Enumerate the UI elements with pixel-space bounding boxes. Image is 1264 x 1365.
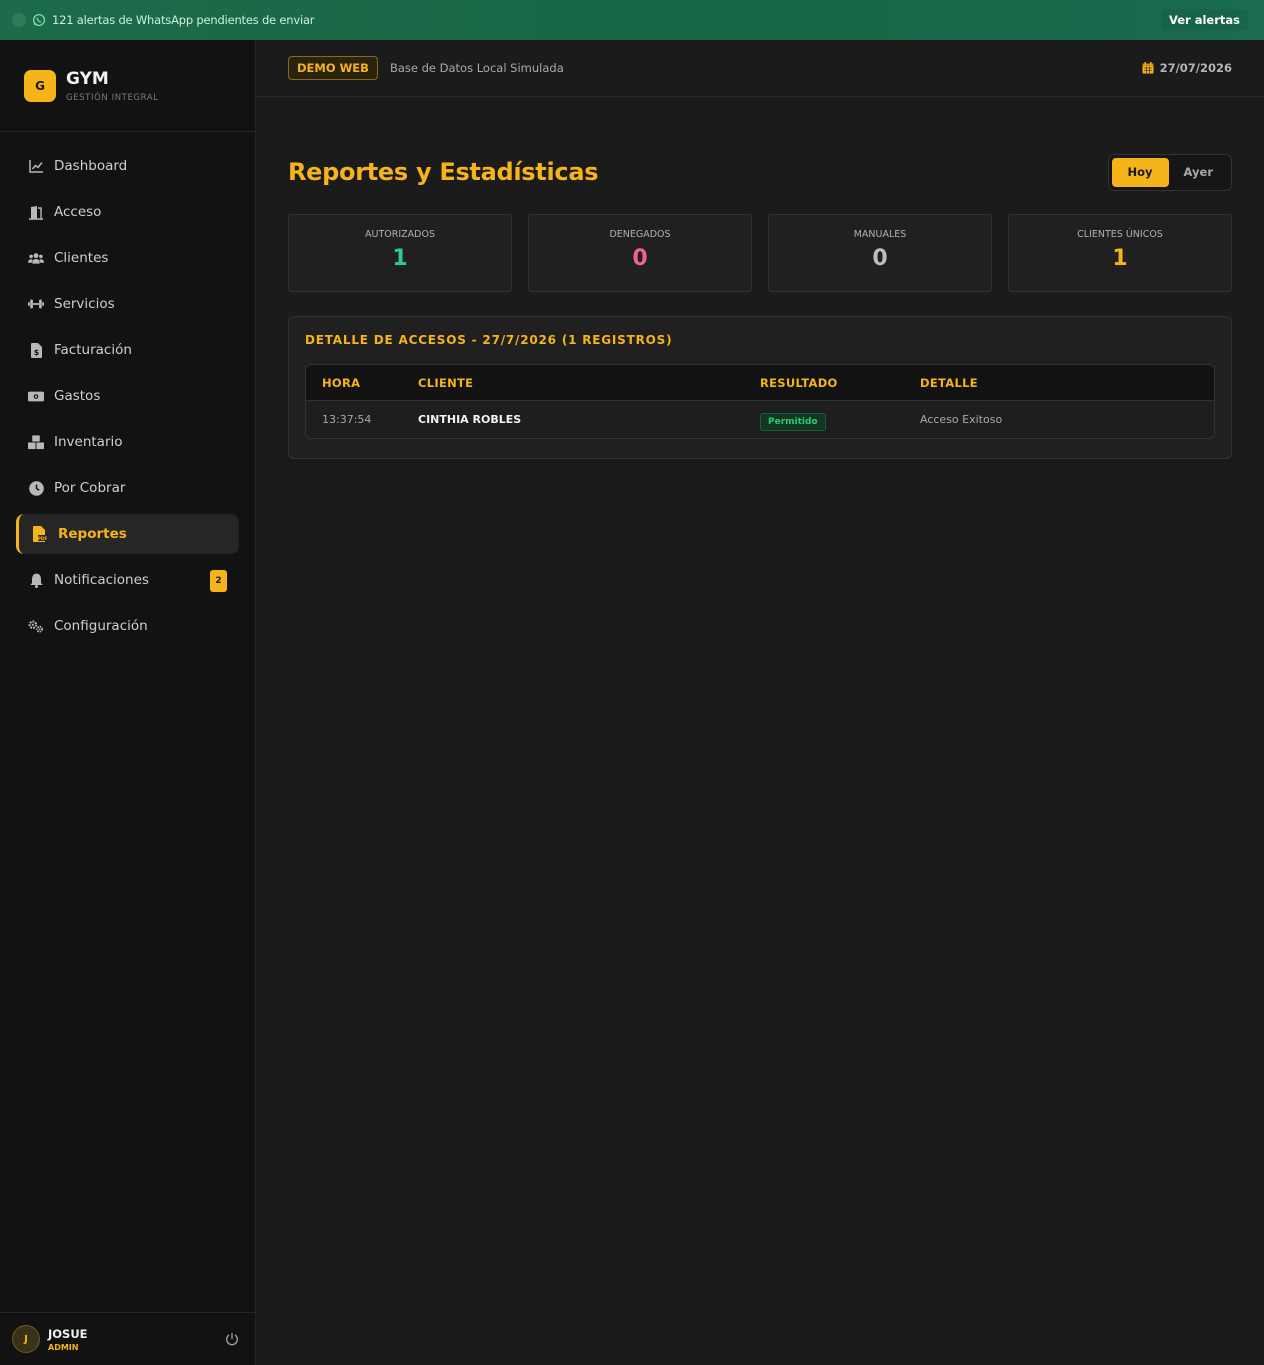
user-role: ADMIN <box>48 1342 79 1352</box>
sidebar-item-servicios[interactable]: Servicios <box>16 284 239 324</box>
user-info: JOSUE ADMIN <box>48 1327 88 1352</box>
status-dot <box>12 13 26 27</box>
stat-card-unique-clients: CLIENTES ÚNICOS 1 <box>1008 214 1232 292</box>
bell-icon <box>28 572 44 588</box>
sidebar-item-notificaciones[interactable]: Notificaciones 2 <box>16 560 239 600</box>
range-yesterday-button[interactable]: Ayer <box>1169 158 1228 187</box>
sidebar-item-label: Inventario <box>54 434 123 450</box>
banner-message: 121 alertas de WhatsApp pendientes de en… <box>52 13 315 27</box>
status-badge: Permitido <box>760 412 826 431</box>
pdf-file-icon: PDF <box>32 526 48 542</box>
dumbbell-icon <box>28 296 44 312</box>
notification-count-badge: 2 <box>210 570 227 592</box>
access-table: HORA CLIENTE RESULTADO DETALLE 13:37:54 … <box>305 364 1215 439</box>
stat-value: 0 <box>632 246 648 271</box>
column-header-time[interactable]: HORA <box>306 376 418 390</box>
calendar-icon <box>1142 59 1154 78</box>
sidebar-item-configuracion[interactable]: Configuración <box>16 606 239 646</box>
sidebar-item-label: Notificaciones <box>54 572 149 588</box>
top-header: DEMO WEB Base de Datos Local Simulada 27… <box>256 40 1264 97</box>
stat-label: MANUALES <box>853 229 907 240</box>
current-date: 27/07/2026 <box>1159 61 1232 75</box>
cell-client: CINTHIA ROBLES <box>418 413 522 426</box>
cell-time: 13:37:54 <box>322 413 372 426</box>
sidebar-item-reportes[interactable]: PDF Reportes <box>16 514 239 554</box>
stat-label: CLIENTES ÚNICOS <box>1077 229 1163 240</box>
column-header-result[interactable]: RESULTADO <box>760 376 920 390</box>
power-icon[interactable] <box>225 1331 239 1346</box>
cell-result: Permitido <box>760 409 920 431</box>
sidebar-item-inventario[interactable]: Inventario <box>16 422 239 462</box>
header-date: 27/07/2026 <box>1142 59 1232 78</box>
brand-logo[interactable]: G <box>24 69 56 102</box>
users-icon <box>28 250 44 266</box>
database-label: Base de Datos Local Simulada <box>389 61 564 75</box>
date-range-toggle: Hoy Ayer <box>1107 153 1232 191</box>
sidebar-item-dashboard[interactable]: Dashboard <box>16 146 239 186</box>
sidebar-item-label: Facturación <box>54 342 132 358</box>
svg-text:PDF: PDF <box>38 536 47 542</box>
stat-value: 0 <box>872 246 888 271</box>
brand-subtitle: GESTIÓN INTEGRAL <box>66 92 159 103</box>
svg-text:$: $ <box>33 348 39 357</box>
sidebar-item-facturacion[interactable]: $ Facturación <box>16 330 239 370</box>
table-row[interactable]: 13:37:54 CINTHIA ROBLES Permitido Acceso… <box>306 401 1214 438</box>
sidebar-item-label: Servicios <box>54 296 115 312</box>
stat-label: AUTORIZADOS <box>365 229 435 240</box>
chart-line-icon <box>28 158 44 174</box>
stat-card-manual: MANUALES 0 <box>768 214 992 292</box>
sidebar-item-label: Gastos <box>54 388 101 404</box>
whatsapp-alert-banner: 121 alertas de WhatsApp pendientes de en… <box>0 0 1264 40</box>
sidebar-item-label: Acceso <box>54 204 102 220</box>
page-title: Reportes y Estadísticas <box>288 158 599 186</box>
user-panel: J JOSUE ADMIN <box>0 1312 255 1365</box>
demo-badge: DEMO WEB <box>288 56 378 80</box>
stat-card-denied: DENEGADOS 0 <box>528 214 752 292</box>
brand: G GYM GESTIÓN INTEGRAL <box>0 40 255 132</box>
sidebar-item-label: Clientes <box>54 250 109 266</box>
brand-name: GYM <box>66 68 109 89</box>
access-detail-card: DETALLE DE ACCESOS - 27/7/2026 (1 REGIST… <box>288 316 1232 459</box>
whatsapp-icon <box>32 13 46 27</box>
door-icon <box>28 204 44 220</box>
main-content: Reportes y Estadísticas Hoy Ayer AUTORIZ… <box>288 97 1232 459</box>
invoice-icon: $ <box>28 342 44 358</box>
clock-icon <box>28 480 44 496</box>
range-today-button[interactable]: Hoy <box>1111 157 1169 187</box>
avatar[interactable]: J <box>12 1325 40 1353</box>
sidebar-item-label: Reportes <box>58 526 127 542</box>
sidebar-item-label: Configuración <box>54 618 148 634</box>
sidebar: G GYM GESTIÓN INTEGRAL Dashboard Acceso … <box>0 40 256 1365</box>
sidebar-item-clientes[interactable]: Clientes <box>16 238 239 278</box>
banner-left: 121 alertas de WhatsApp pendientes de en… <box>12 13 315 27</box>
gears-icon <box>28 618 44 634</box>
boxes-icon <box>28 434 44 450</box>
stat-value: 1 <box>1112 246 1128 271</box>
sidebar-item-por-cobrar[interactable]: Por Cobrar <box>16 468 239 508</box>
stat-card-authorized: AUTORIZADOS 1 <box>288 214 512 292</box>
stats-row: AUTORIZADOS 1 DENEGADOS 0 MANUALES 0 CLI… <box>288 214 1232 292</box>
column-header-detail[interactable]: DETALLE <box>920 376 1214 390</box>
money-icon <box>28 388 44 404</box>
sidebar-item-gastos[interactable]: Gastos <box>16 376 239 416</box>
brand-text: GYM GESTIÓN INTEGRAL <box>66 69 159 103</box>
stat-label: DENEGADOS <box>609 229 671 240</box>
sidebar-item-label: Por Cobrar <box>54 480 126 496</box>
user-name: JOSUE <box>48 1326 88 1341</box>
view-alerts-button[interactable]: Ver alertas <box>1160 9 1248 31</box>
stat-value: 1 <box>392 246 408 271</box>
column-header-client[interactable]: CLIENTE <box>418 376 760 390</box>
page-header: Reportes y Estadísticas Hoy Ayer <box>288 153 1232 191</box>
access-detail-title: DETALLE DE ACCESOS - 27/7/2026 (1 REGIST… <box>305 333 673 347</box>
table-header-row: HORA CLIENTE RESULTADO DETALLE <box>306 365 1214 401</box>
sidebar-item-acceso[interactable]: Acceso <box>16 192 239 232</box>
sidebar-nav: Dashboard Acceso Clientes Servicios $ Fa… <box>0 132 255 646</box>
cell-detail: Acceso Exitoso <box>920 413 1003 426</box>
header-left: DEMO WEB Base de Datos Local Simulada <box>288 56 564 80</box>
sidebar-item-label: Dashboard <box>54 158 128 174</box>
